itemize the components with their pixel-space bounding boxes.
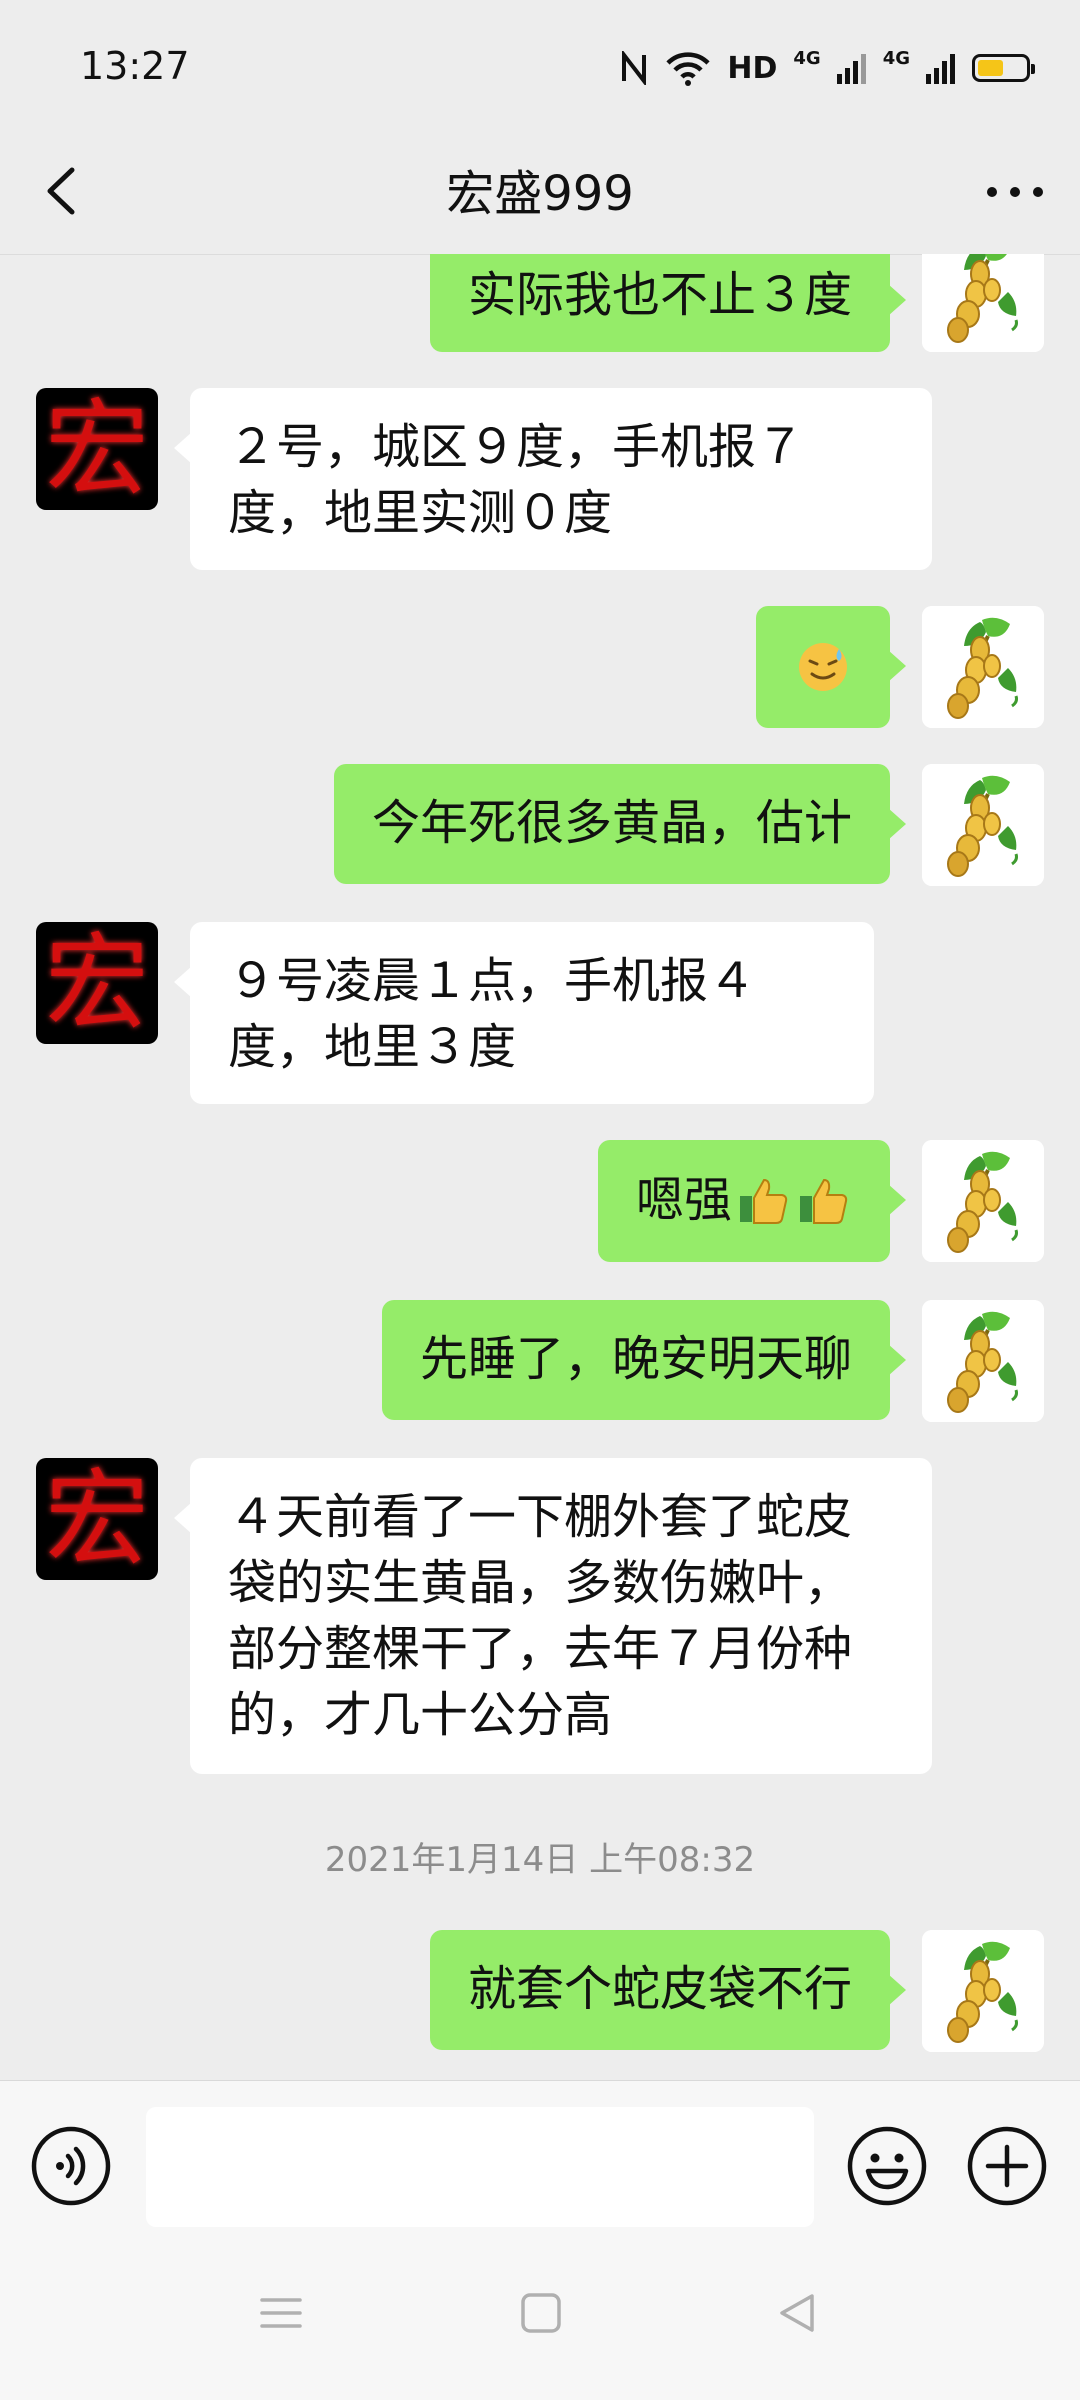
message-row: 实际我也不止３度	[0, 254, 1080, 352]
more-dots-icon[interactable]	[980, 158, 1050, 224]
my-avatar[interactable]	[922, 1930, 1044, 2052]
soybean-avatar-image	[922, 1140, 1044, 1262]
contact-avatar[interactable]: 宏	[36, 1458, 158, 1580]
outgoing-bubble[interactable]: 先睡了，晚安明天聊	[381, 1300, 907, 1420]
nfc-icon	[622, 51, 647, 85]
soybean-avatar-image	[922, 254, 1044, 352]
soybean-avatar-image	[922, 764, 1044, 886]
my-avatar[interactable]	[922, 606, 1044, 728]
incoming-bubble[interactable]: ２号，城区９度，手机报７度，地里实测０度	[174, 388, 932, 570]
contact-avatar[interactable]: 宏	[36, 922, 158, 1044]
message-input[interactable]	[146, 2107, 814, 2227]
soybean-avatar-image	[922, 1300, 1044, 1422]
timestamp: 2021年1月14日 上午08:32	[324, 1840, 756, 1880]
status-bar: 13:27 HD 4G 4G	[0, 0, 1080, 130]
voice-icon[interactable]	[30, 2125, 112, 2207]
home-square-icon[interactable]	[516, 2288, 566, 2338]
outgoing-bubble[interactable]: 就套个蛇皮袋不行	[429, 1930, 907, 2050]
contact-avatar[interactable]: 宏	[36, 388, 158, 510]
wifi-icon	[666, 52, 710, 86]
plus-icon[interactable]	[966, 2125, 1048, 2207]
my-avatar[interactable]	[922, 254, 1044, 352]
outgoing-bubble[interactable]: 今年死很多黄晶，估计	[333, 764, 907, 884]
battery-icon	[972, 54, 1035, 82]
incoming-bubble[interactable]: ９号凌晨１点，手机报４度，地里３度	[174, 922, 874, 1104]
back-triangle-icon[interactable]	[772, 2288, 822, 2338]
thumbs-up-emoji	[800, 1178, 848, 1224]
chat-title: 宏盛999	[446, 166, 634, 222]
my-avatar[interactable]	[922, 764, 1044, 886]
soybean-avatar-image	[922, 606, 1044, 728]
soybean-avatar-image	[922, 1930, 1044, 2052]
status-time: 13:27	[80, 44, 190, 88]
hd-label: HD	[727, 50, 778, 86]
emoji-icon[interactable]	[846, 2125, 928, 2207]
network-label-1: 4G	[793, 48, 821, 69]
status-icons: HD 4G 4G	[619, 48, 1035, 88]
menu-icon[interactable]	[256, 2288, 306, 2338]
outgoing-bubble[interactable]: 嗯强	[597, 1140, 907, 1262]
message-text: 嗯强	[635, 1172, 732, 1228]
my-avatar[interactable]	[922, 1300, 1044, 1422]
outgoing-bubble[interactable]	[756, 606, 906, 728]
network-label-2: 4G	[882, 48, 910, 69]
incoming-bubble[interactable]: ４天前看了一下棚外套了蛇皮袋的实生黄晶，多数伤嫩叶，部分整棵干了，去年７月份种的…	[174, 1458, 932, 1774]
outgoing-bubble[interactable]: 实际我也不止３度	[429, 254, 907, 352]
signal-icon-1	[836, 54, 866, 84]
sweat-smile-emoji	[799, 643, 847, 691]
my-avatar[interactable]	[922, 1140, 1044, 1262]
signal-icon-2	[926, 54, 955, 84]
chat-header: 宏盛999	[0, 130, 1080, 255]
system-nav-bar	[0, 2230, 1080, 2400]
message-list[interactable]: 实际我也不止３度 宏 ２号，城区９度，手机报７度，地里实测０度 今年死很多黄晶，…	[0, 254, 1080, 2080]
input-bar	[0, 2080, 1080, 2231]
thumbs-up-emoji	[740, 1178, 788, 1224]
